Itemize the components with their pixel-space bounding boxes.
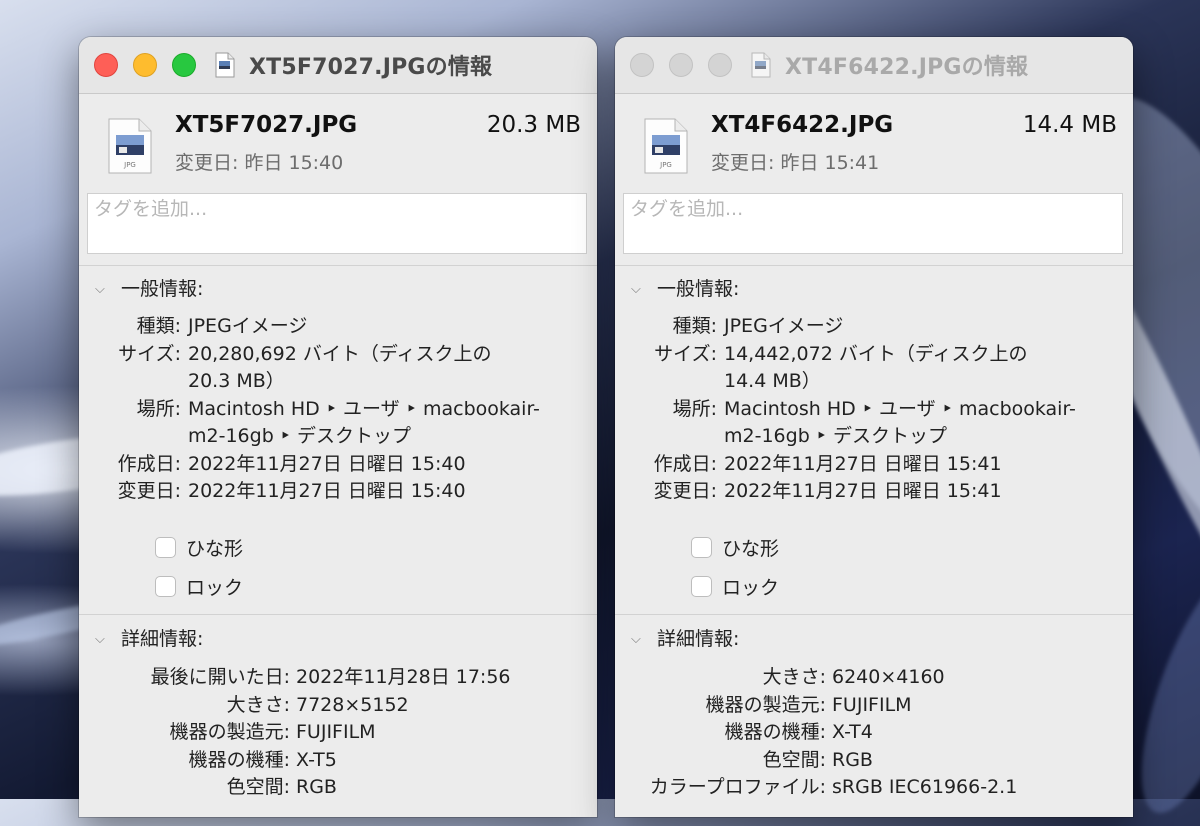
more-info-value: 6240×4160 [832, 666, 945, 688]
stationery-label: ひな形 [186, 538, 244, 560]
window-title: XT5F7027.JPGの情報 [249, 55, 493, 80]
more-info-label: 大きさ: [762, 666, 826, 688]
section-more-info-header[interactable]: ⌵ 詳細情報: [631, 624, 739, 651]
chevron-down-icon[interactable]: ⌵ [631, 282, 649, 297]
file-name: XT5F7027.JPG [175, 112, 358, 138]
locked-label: ロック [186, 577, 244, 599]
modified-summary: 変更日: 昨日 15:41 [711, 152, 880, 174]
svg-text:JPG: JPG [659, 161, 672, 169]
minimize-button[interactable] [669, 53, 693, 77]
locked-checkbox-row[interactable]: ロック [691, 573, 780, 599]
divider [79, 614, 597, 615]
more-info-value: X-T4 [832, 721, 873, 743]
locked-checkbox[interactable] [155, 576, 176, 597]
divider [615, 614, 1133, 615]
more-info-value: 7728×5152 [296, 694, 409, 716]
size-value: 14,442,072 バイト（ディスク上の [724, 343, 1028, 365]
kind-label: 種類: [672, 315, 717, 337]
stationery-label: ひな形 [722, 538, 780, 560]
window-title: XT4F6422.JPGの情報 [785, 55, 1029, 80]
stationery-checkbox[interactable] [691, 537, 712, 558]
divider [615, 265, 1133, 266]
more-info-label: 色空間: [226, 776, 290, 798]
title-bar[interactable]: XT4F6422.JPGの情報 [615, 37, 1133, 94]
chevron-down-icon[interactable]: ⌵ [95, 282, 113, 297]
minimize-button[interactable] [133, 53, 157, 77]
jpg-preview-icon: JPG [108, 118, 152, 174]
info-window-xt4f6422: XT4F6422.JPGの情報 JPG XT4F6422.JPG 14.4 MB… [615, 37, 1133, 817]
section-general-header[interactable]: ⌵ 一般情報: [95, 274, 203, 301]
more-info-label: カラープロファイル: [649, 776, 826, 798]
tags-field[interactable] [87, 193, 587, 254]
more-info-value: RGB [296, 776, 337, 798]
jpg-file-icon [215, 52, 235, 78]
file-name: XT4F6422.JPG [711, 112, 894, 138]
more-info-label: 最後に開いた日: [150, 666, 290, 688]
chevron-down-icon[interactable]: ⌵ [631, 632, 649, 647]
file-size: 14.4 MB [1022, 112, 1117, 138]
svg-text:JPG: JPG [123, 161, 136, 169]
kind-value: JPEGイメージ [188, 315, 308, 337]
modified-label: 変更日: [653, 480, 717, 502]
where-value-cont: m2-16gb ‣ デスクトップ [724, 425, 948, 447]
modified-summary: 変更日: 昨日 15:40 [175, 152, 344, 174]
tags-input[interactable] [94, 198, 580, 220]
kind-label: 種類: [136, 315, 181, 337]
size-value: 20,280,692 バイト（ディスク上の [188, 343, 492, 365]
title-bar[interactable]: XT5F7027.JPGの情報 [79, 37, 597, 94]
jpg-file-icon [751, 52, 771, 78]
where-value: Macintosh HD ‣ ユーザ ‣ macbookair- [188, 398, 540, 420]
tags-input[interactable] [630, 198, 1116, 220]
more-info-label: 機器の製造元: [705, 694, 826, 716]
stationery-checkbox[interactable] [155, 537, 176, 558]
where-value-cont: m2-16gb ‣ デスクトップ [188, 425, 412, 447]
more-info-value: RGB [832, 749, 873, 771]
info-window-xt5f7027: XT5F7027.JPGの情報 JPG XT5F7027.JPG 20.3 MB… [79, 37, 597, 817]
more-info-label: 機器の製造元: [169, 721, 290, 743]
size-value-cont: 14.4 MB） [724, 370, 821, 392]
modified-value: 2022年11月27日 日曜日 15:41 [724, 480, 1002, 502]
modified-value: 2022年11月27日 日曜日 15:40 [188, 480, 466, 502]
created-label: 作成日: [117, 453, 181, 475]
modified-label: 変更日: [117, 480, 181, 502]
more-info-value: X-T5 [296, 749, 337, 771]
more-info-label: 色空間: [762, 749, 826, 771]
where-label: 場所: [672, 398, 717, 420]
locked-label: ロック [722, 577, 780, 599]
more-info-value: FUJIFILM [832, 694, 912, 716]
zoom-button[interactable] [708, 53, 732, 77]
size-label: サイズ: [654, 343, 717, 365]
locked-checkbox[interactable] [691, 576, 712, 597]
more-info-label: 機器の機種: [724, 721, 826, 743]
created-value: 2022年11月27日 日曜日 15:40 [188, 453, 466, 475]
divider [79, 265, 597, 266]
zoom-button[interactable] [172, 53, 196, 77]
section-general-header[interactable]: ⌵ 一般情報: [631, 274, 739, 301]
stationery-checkbox-row[interactable]: ひな形 [691, 534, 780, 560]
stationery-checkbox-row[interactable]: ひな形 [155, 534, 244, 560]
created-label: 作成日: [653, 453, 717, 475]
more-info-value: FUJIFILM [296, 721, 376, 743]
close-button[interactable] [630, 53, 654, 77]
tags-field[interactable] [623, 193, 1123, 254]
jpg-preview-icon: JPG [644, 118, 688, 174]
size-label: サイズ: [118, 343, 181, 365]
kind-value: JPEGイメージ [724, 315, 844, 337]
where-label: 場所: [136, 398, 181, 420]
section-more-info-header[interactable]: ⌵ 詳細情報: [95, 624, 203, 651]
locked-checkbox-row[interactable]: ロック [155, 573, 244, 599]
file-size: 20.3 MB [486, 112, 581, 138]
more-info-label: 大きさ: [226, 694, 290, 716]
close-button[interactable] [94, 53, 118, 77]
more-info-value: sRGB IEC61966-2.1 [832, 776, 1018, 798]
more-info-label: 機器の機種: [188, 749, 290, 771]
size-value-cont: 20.3 MB） [188, 370, 285, 392]
more-info-value: 2022年11月28日 17:56 [296, 666, 511, 688]
where-value: Macintosh HD ‣ ユーザ ‣ macbookair- [724, 398, 1076, 420]
created-value: 2022年11月27日 日曜日 15:41 [724, 453, 1002, 475]
chevron-down-icon[interactable]: ⌵ [95, 632, 113, 647]
